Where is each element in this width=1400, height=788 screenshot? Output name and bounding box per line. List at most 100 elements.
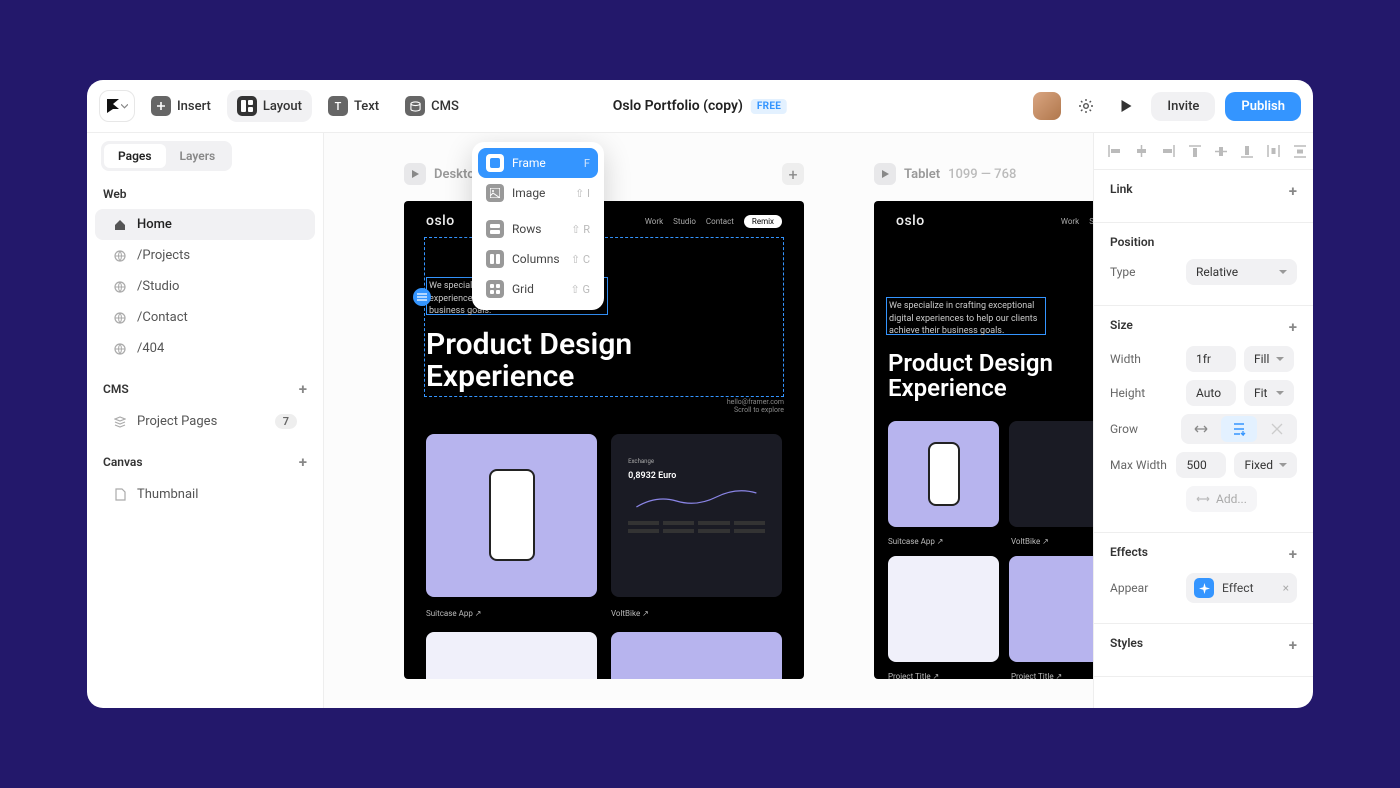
page-projects[interactable]: /Projects [95,240,315,271]
topbar: Insert Layout T Text CMS Oslo Portfolio … [87,80,1313,133]
height-mode-select[interactable]: Fit [1244,380,1294,406]
project-card [888,421,999,527]
page-contact[interactable]: /Contact [95,302,315,333]
remove-effect-button[interactable]: × [1283,581,1289,595]
tagline-text: We specialize in crafting exceptional di… [887,298,1045,340]
tab-pages[interactable]: Pages [104,144,166,168]
artboard-label: Tablet [904,167,940,182]
align-right-button[interactable] [1162,143,1175,159]
page-studio[interactable]: /Studio [95,271,315,302]
text-icon: T [328,96,348,116]
canvas-thumbnail[interactable]: Thumbnail [95,479,315,510]
artboard-desktop[interactable]: Desktop 1100 + oslo Work Studio Contact … [404,157,804,708]
cms-project-pages[interactable]: Project Pages 7 [95,406,315,437]
styles-header: Styles [1110,636,1143,654]
distribute-h-button[interactable] [1267,143,1280,159]
page-home[interactable]: Home [95,209,315,240]
add-breakpoint-button[interactable]: + [782,163,804,185]
canvas-section-header: Canvas + [87,437,323,479]
menu-label: Rows [512,222,541,236]
image-icon [486,184,504,202]
page-404[interactable]: /404 [95,333,315,364]
project-card [888,556,999,662]
preview-button[interactable] [1111,91,1141,121]
grow-both-button[interactable] [1259,416,1295,442]
height-label: Height [1110,386,1178,400]
position-type-select[interactable]: Relative [1186,259,1297,285]
menu-columns[interactable]: Columns ⇧ C [478,244,598,274]
settings-button[interactable] [1071,91,1101,121]
effects-section: Effects + Appear Effect × [1094,533,1313,624]
menu-shortcut: ⇧ R [571,223,590,236]
distribute-v-button[interactable] [1294,143,1306,159]
plus-icon [151,96,171,116]
appear-label: Appear [1110,581,1178,595]
add-style-button[interactable]: + [1289,636,1297,654]
width-mode-select[interactable]: Fill [1244,346,1294,372]
globe-icon [113,280,127,294]
align-left-button[interactable] [1108,143,1121,159]
menu-image[interactable]: Image ⇧ I [478,178,598,208]
page-label: /Studio [137,279,179,294]
layout-icon [237,96,257,116]
globe-icon [113,311,127,325]
breakpoint-icon[interactable] [404,163,426,185]
publish-button[interactable]: Publish [1225,92,1301,121]
tab-layers[interactable]: Layers [166,144,230,168]
selection-box[interactable]: We specialize in crafting exceptional di… [886,297,1046,335]
align-bottom-button[interactable] [1241,143,1253,159]
add-constraint-button[interactable]: Add... [1186,486,1257,512]
user-avatar[interactable] [1033,92,1061,120]
type-label: Type [1110,265,1178,279]
desktop-screen[interactable]: oslo Work Studio Contact Remix We specia… [404,201,804,679]
grow-horizontal-button[interactable] [1183,416,1219,442]
maxwidth-mode-select[interactable]: Fixed [1234,452,1297,478]
chart-value: 0,8932 Euro [628,471,765,481]
site-logo: oslo [896,213,925,229]
canvas-label: Canvas [103,455,143,469]
sparkle-icon [1194,578,1214,598]
selection-handle[interactable] [413,288,431,306]
frame-icon [486,154,504,172]
layout-tool[interactable]: Layout [227,90,312,122]
constraint-icon [1196,494,1210,504]
add-label: Add... [1216,492,1247,506]
topbar-right: Invite Publish [1033,91,1301,121]
nav-link: Studio [673,217,696,226]
add-size-button[interactable]: + [1289,318,1297,336]
app-logo-menu[interactable] [99,90,135,122]
menu-frame[interactable]: Frame F [478,148,598,178]
align-hcenter-button[interactable] [1135,143,1148,159]
artboard-tablet[interactable]: Tablet 1099 — 768 oslo Work Studio We sp… [874,157,1093,708]
canvas-item-label: Thumbnail [137,487,198,502]
tablet-screen[interactable]: oslo Work Studio We specialize in crafti… [874,201,1093,679]
grow-vertical-button[interactable] [1221,416,1257,442]
menu-rows[interactable]: Rows ⇧ R [478,214,598,244]
add-effect-button[interactable]: + [1289,545,1297,563]
cms-tool[interactable]: CMS [395,90,469,122]
invite-button[interactable]: Invite [1151,92,1215,121]
remix-pill: Remix [744,215,782,228]
width-input[interactable]: 1fr [1186,346,1236,372]
maxwidth-input[interactable]: 500 [1176,452,1226,478]
text-tool[interactable]: T Text [318,90,389,122]
document-title[interactable]: Oslo Portfolio (copy) [613,98,743,114]
insert-tool[interactable]: Insert [141,90,221,122]
add-canvas-button[interactable]: + [299,453,307,471]
menu-grid[interactable]: Grid ⇧ G [478,274,598,304]
layout-label: Layout [263,99,302,114]
height-input[interactable]: Auto [1186,380,1236,406]
page-label: /Contact [137,310,188,325]
layout-dropdown: Frame F Image ⇧ I Rows ⇧ R Columns [472,142,604,310]
align-vcenter-button[interactable] [1215,143,1227,159]
hero-scroll: Scroll to explore [404,406,804,414]
effect-chip[interactable]: Effect × [1186,573,1297,603]
sidebar-tabs: Pages Layers [87,133,323,171]
breakpoint-icon[interactable] [874,163,896,185]
add-link-button[interactable]: + [1289,182,1297,200]
alignment-row [1094,133,1313,170]
canvas-area[interactable]: Desktop 1100 + oslo Work Studio Contact … [324,133,1093,708]
add-cms-button[interactable]: + [299,380,307,398]
free-badge: FREE [751,99,787,114]
align-top-button[interactable] [1189,143,1201,159]
